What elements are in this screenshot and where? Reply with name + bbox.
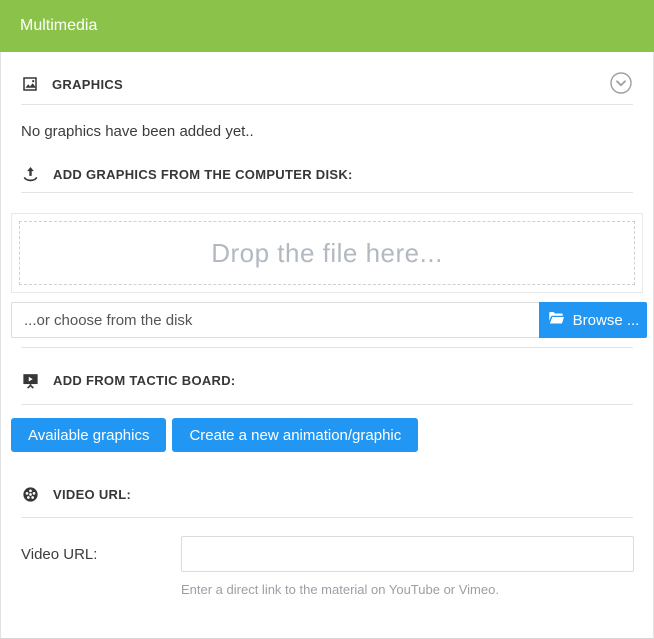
divider: [21, 192, 633, 193]
file-dropzone[interactable]: Drop the file here...: [11, 213, 643, 293]
graphics-section-title: GRAPHICS: [52, 77, 123, 92]
panel-title: Multimedia: [20, 17, 97, 35]
divider: [21, 347, 633, 348]
multimedia-panel: Multimedia GRAPHICS: [0, 0, 654, 639]
browse-button-label: Browse ...: [573, 312, 640, 329]
tactic-section-title: ADD FROM TACTIC BOARD:: [53, 373, 236, 388]
tactic-section-header: ADD FROM TACTIC BOARD:: [1, 366, 653, 394]
video-section-header: VIDEO URL:: [1, 480, 653, 508]
graphics-collapse-button[interactable]: [609, 72, 633, 96]
file-choose-row: Browse ...: [11, 302, 647, 338]
graphics-empty-message: No graphics have been added yet..: [1, 123, 653, 140]
video-url-helper-text: Enter a direct link to the material on Y…: [181, 582, 653, 597]
panel-header: Multimedia: [0, 0, 654, 52]
video-url-input[interactable]: [181, 536, 634, 572]
presentation-board-icon: [21, 371, 40, 390]
image-icon: [21, 75, 39, 93]
video-url-row: Video URL:: [21, 536, 634, 572]
upload-icon: [21, 165, 40, 184]
browse-button[interactable]: Browse ...: [539, 302, 647, 338]
film-reel-icon: [21, 485, 40, 504]
chevron-down-icon: [609, 71, 633, 98]
video-url-label: Video URL:: [21, 546, 181, 563]
dropzone-text: Drop the file here...: [211, 238, 443, 269]
video-section-title: VIDEO URL:: [53, 487, 131, 502]
available-graphics-button[interactable]: Available graphics: [11, 418, 166, 452]
panel-body: GRAPHICS No graphics have been added yet…: [0, 52, 654, 639]
file-path-input[interactable]: [11, 302, 539, 338]
folder-open-icon: [547, 309, 565, 331]
create-animation-button[interactable]: Create a new animation/graphic: [172, 418, 418, 452]
divider: [21, 517, 633, 518]
upload-section-header: ADD GRAPHICS FROM THE COMPUTER DISK:: [1, 160, 653, 188]
graphics-section-header: GRAPHICS: [1, 70, 653, 98]
divider: [21, 404, 633, 405]
divider: [21, 104, 633, 105]
upload-section-title: ADD GRAPHICS FROM THE COMPUTER DISK:: [53, 167, 353, 182]
tactic-buttons-row: Available graphics Create a new animatio…: [11, 418, 643, 452]
file-dropzone-inner: Drop the file here...: [19, 221, 635, 285]
